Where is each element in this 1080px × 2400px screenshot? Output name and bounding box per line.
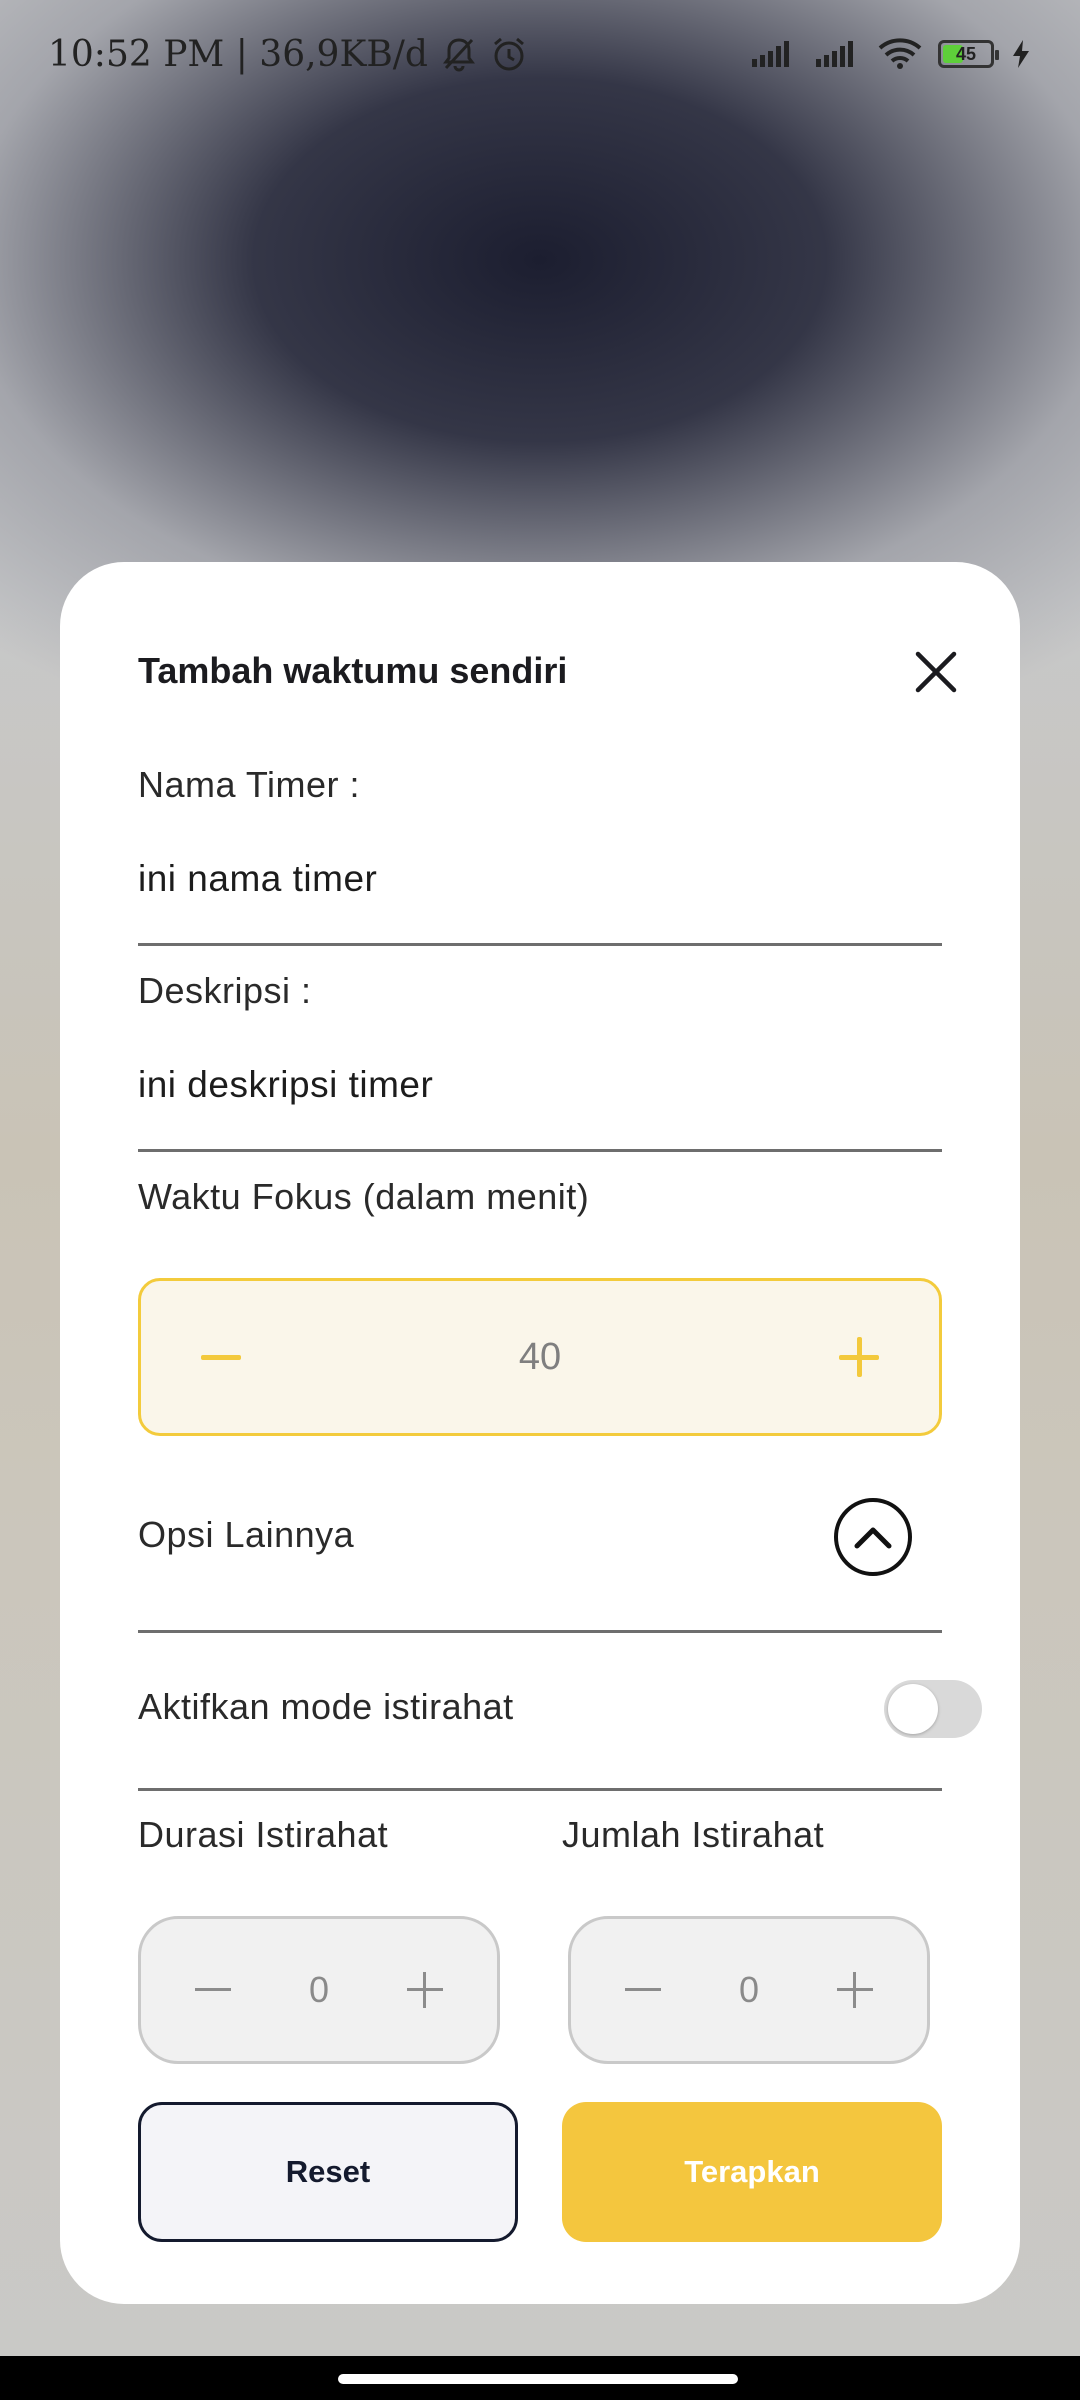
break-mode-label: Aktifkan mode istirahat — [138, 1686, 514, 1727]
timer-name-input[interactable]: ini nama timer — [138, 858, 377, 900]
more-options-toggle-button[interactable] — [834, 1498, 912, 1576]
toggle-knob — [888, 1684, 938, 1734]
timer-name-underline — [138, 943, 942, 946]
battery-icon: 45 — [938, 40, 999, 68]
description-input[interactable]: ini deskripsi timer — [138, 1064, 433, 1106]
break-duration-value[interactable]: 0 — [309, 1969, 329, 2011]
description-underline — [138, 1149, 942, 1152]
break-duration-stepper: 0 — [138, 1916, 500, 2064]
break-mode-toggle[interactable] — [884, 1680, 982, 1738]
timer-name-label: Nama Timer : — [138, 764, 361, 805]
signal-icon — [750, 39, 798, 69]
charging-icon — [1010, 39, 1032, 69]
focus-time-label: Waktu Fokus (dalam menit) — [138, 1176, 590, 1217]
break-duration-increment-button[interactable] — [405, 1970, 445, 2010]
status-left: 10:52 PM | 36,9KB/d — [48, 34, 528, 75]
signal-icon — [814, 39, 862, 69]
decrement-button[interactable] — [197, 1333, 245, 1381]
apply-button[interactable]: Terapkan — [562, 2102, 942, 2242]
description-label: Deskripsi : — [138, 970, 312, 1011]
break-duration-decrement-button[interactable] — [193, 1970, 233, 2010]
chevron-up-icon — [854, 1527, 892, 1549]
close-icon — [915, 651, 957, 693]
add-timer-dialog: Tambah waktumu sendiri Nama Timer : ini … — [60, 562, 1020, 2304]
break-mode-divider — [138, 1788, 942, 1791]
minus-icon — [195, 1988, 231, 1991]
break-count-stepper: 0 — [568, 1916, 930, 2064]
increment-button[interactable] — [835, 1333, 883, 1381]
focus-time-value[interactable]: 40 — [519, 1336, 561, 1379]
break-count-label: Jumlah Istirahat — [562, 1814, 825, 1855]
home-indicator[interactable] — [338, 2374, 738, 2384]
close-button[interactable] — [908, 644, 964, 700]
more-options-label: Opsi Lainnya — [138, 1514, 355, 1555]
status-time: 10:52 PM | 36,9KB/d — [48, 33, 428, 75]
minus-icon — [625, 1988, 661, 1991]
options-divider — [138, 1630, 942, 1633]
mute-bell-icon — [442, 36, 476, 72]
minus-icon — [201, 1355, 241, 1360]
status-bar: 10:52 PM | 36,9KB/d 45 — [0, 0, 1080, 108]
alarm-icon — [490, 35, 528, 73]
break-duration-label: Durasi Istirahat — [138, 1814, 389, 1855]
dialog-title: Tambah waktumu sendiri — [138, 650, 568, 691]
wifi-icon — [878, 38, 922, 70]
focus-time-stepper: 40 — [138, 1278, 942, 1436]
break-count-increment-button[interactable] — [835, 1970, 875, 2010]
battery-level: 45 — [955, 43, 977, 64]
reset-button[interactable]: Reset — [138, 2102, 518, 2242]
status-right: 45 — [750, 38, 1032, 70]
break-count-decrement-button[interactable] — [623, 1970, 663, 2010]
break-count-value[interactable]: 0 — [739, 1969, 759, 2011]
